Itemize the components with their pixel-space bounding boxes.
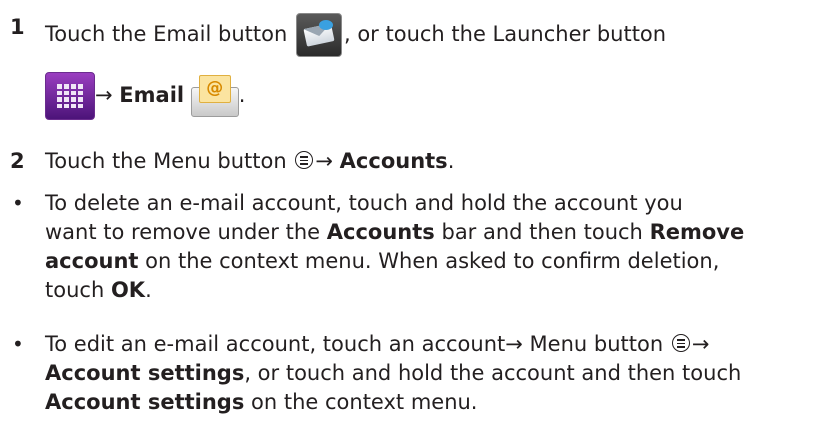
line: touch OK. (45, 276, 840, 305)
bullet-text: To delete an e-mail account, touch and h… (45, 189, 840, 305)
step-text-part: Touch the Email button (45, 22, 288, 46)
step-text-part: Touch the Menu button (45, 149, 287, 173)
text: on the context menu. (251, 390, 478, 414)
menu-circle-icon (295, 151, 314, 169)
period: . (145, 278, 152, 302)
line: account on the context menu. When asked … (45, 247, 840, 276)
step-text-part: , or touch the Launcher button (343, 22, 667, 46)
arrow: → (691, 332, 710, 356)
text: want to remove under the (45, 220, 321, 244)
step-number: 2 (10, 149, 25, 173)
text: bar and then touch (441, 220, 643, 244)
period: . (238, 83, 246, 107)
step-text: Touch the Email button , or touch the La… (45, 13, 840, 57)
email-label: Email (119, 83, 185, 107)
account-bold: account (45, 249, 139, 273)
arrow: → (505, 332, 523, 356)
email-app-icon (295, 13, 342, 57)
line: Account settings on the context menu. (45, 388, 840, 417)
menu-circle-icon (671, 334, 690, 352)
bullet-text: To edit an e-mail account, touch an acco… (45, 330, 840, 417)
step-1-line2: → Email @. (45, 72, 840, 120)
text: To edit an e-mail account, touch an acco… (45, 332, 506, 356)
text: on the context menu. When asked to confi… (145, 249, 720, 273)
line: Account settings, or touch and hold the … (45, 359, 840, 388)
launcher-icon (45, 72, 95, 120)
line: To delete an e-mail account, touch and h… (45, 189, 840, 218)
account-settings-bold: Account settings (45, 361, 245, 385)
line: want to remove under the Accounts bar an… (45, 218, 840, 247)
arrow: → (315, 149, 333, 173)
step-text: Touch the Menu button → Accounts. (45, 147, 840, 176)
text: touch (45, 278, 105, 302)
step-number: 1 (10, 15, 25, 39)
bullet-marker: • (12, 332, 24, 356)
text: , or touch and hold the account and then… (244, 361, 742, 385)
text: Menu button (529, 332, 664, 356)
arrow: → (95, 83, 113, 107)
bullet-marker: • (12, 191, 24, 215)
remove-bold: Remove (649, 220, 745, 244)
text: To delete an e-mail account, touch and h… (45, 191, 683, 215)
ok-bold: OK (110, 278, 146, 302)
line: To edit an e-mail account, touch an acco… (45, 330, 840, 359)
account-settings-bold: Account settings (45, 390, 245, 414)
email-envelope-icon: @ (190, 75, 239, 117)
accounts-bold: Accounts (326, 220, 435, 244)
period: . (447, 149, 455, 173)
accounts-label: Accounts (339, 149, 448, 173)
